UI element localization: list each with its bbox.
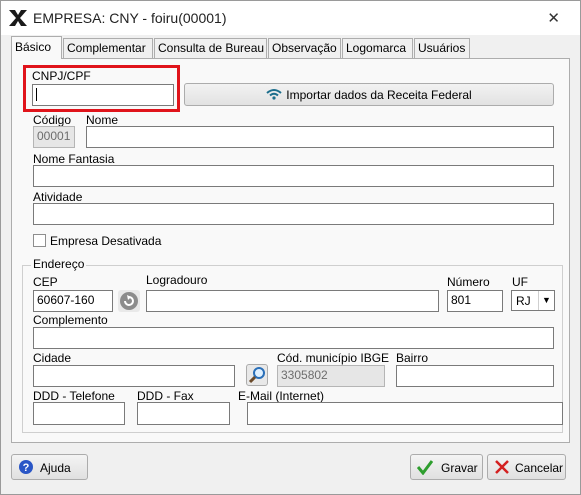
nome-fantasia-label: Nome Fantasia: [33, 152, 115, 166]
uf-label: UF: [512, 275, 528, 289]
email-input[interactable]: [247, 402, 563, 425]
bairro-label: Bairro: [396, 351, 429, 365]
uf-select[interactable]: RJ ▼: [511, 290, 555, 311]
wifi-icon: [266, 89, 282, 100]
cep-search-button[interactable]: [118, 290, 140, 312]
numero-input[interactable]: 801: [447, 290, 503, 312]
help-label: Ajuda: [40, 461, 71, 475]
text-cursor: [36, 88, 37, 101]
tab-observacao[interactable]: Observação: [268, 38, 341, 58]
close-icon[interactable]: ✕: [547, 9, 560, 27]
help-icon: ?: [19, 460, 33, 474]
empresa-desativada-checkbox[interactable]: [33, 234, 46, 247]
ddd-telefone-input[interactable]: [33, 402, 125, 425]
import-receita-button[interactable]: Importar dados da Receita Federal: [184, 83, 554, 106]
ddd-fax-input[interactable]: [137, 402, 230, 425]
cancel-label: Cancelar: [515, 461, 564, 475]
atividade-input[interactable]: [33, 203, 554, 225]
ibge-field: 3305802: [277, 365, 385, 387]
cidade-label: Cidade: [33, 351, 72, 365]
complemento-label: Complemento: [33, 313, 108, 327]
tab-label: Complementar: [67, 41, 146, 55]
nome-fantasia-input[interactable]: [33, 165, 554, 187]
help-button[interactable]: ? Ajuda: [11, 454, 88, 480]
x-cancel-icon: [495, 460, 509, 474]
logradouro-label: Logradouro: [146, 273, 208, 287]
save-button[interactable]: Gravar: [410, 454, 483, 480]
numero-value: 801: [451, 293, 472, 307]
ibge-value: 3305802: [281, 368, 328, 382]
codigo-field: 00001: [33, 126, 75, 148]
empresa-desativada-label: Empresa Desativada: [50, 234, 162, 248]
email-label: E-Mail (Internet): [238, 389, 325, 403]
refresh-icon: [120, 292, 138, 310]
complemento-input[interactable]: [33, 327, 554, 349]
codigo-value: 00001: [37, 129, 71, 143]
uf-value: RJ: [516, 294, 531, 308]
tab-label: Usuários: [418, 41, 466, 55]
cep-value: 60607-160: [37, 293, 95, 307]
title-bar: EMPRESA: CNY - foiru(00001) ✕: [1, 1, 580, 35]
tab-complementar[interactable]: Complementar: [63, 38, 153, 58]
cep-label: CEP: [33, 275, 58, 289]
magnifier-icon: [248, 367, 265, 384]
tab-usuarios[interactable]: Usuários: [414, 38, 470, 58]
import-button-label: Importar dados da Receita Federal: [286, 88, 472, 102]
codigo-label: Código: [33, 113, 72, 127]
atividade-label: Atividade: [33, 190, 83, 204]
cancel-button[interactable]: Cancelar: [487, 454, 566, 480]
window-title: EMPRESA: CNY - foiru(00001): [33, 10, 227, 26]
nome-label: Nome: [86, 113, 119, 127]
nome-input[interactable]: [86, 126, 554, 148]
cep-input[interactable]: 60607-160: [33, 290, 113, 312]
cnpj-label: CNPJ/CPF: [32, 69, 91, 83]
tab-label: Consulta de Bureau: [158, 41, 265, 55]
tab-label: Logomarca: [346, 41, 407, 55]
tab-consulta-bureau[interactable]: Consulta de Bureau: [154, 38, 267, 58]
endereco-group-label: Endereço: [31, 257, 87, 271]
numero-label: Número: [447, 275, 490, 289]
app-logo-icon: [9, 10, 27, 26]
checkmark-icon: [417, 460, 433, 475]
cnpj-input[interactable]: [32, 84, 174, 106]
tab-logomarca[interactable]: Logomarca: [342, 38, 413, 58]
ddd-telefone-label: DDD - Telefone: [33, 389, 115, 403]
tab-label: Observação: [272, 41, 337, 55]
dialog-window: EMPRESA: CNY - foiru(00001) ✕ Básico Com…: [0, 0, 581, 495]
ddd-fax-label: DDD - Fax: [137, 389, 194, 403]
save-label: Gravar: [441, 461, 478, 475]
cidade-input[interactable]: [33, 365, 235, 387]
tab-basico[interactable]: Básico: [11, 36, 62, 59]
tab-label: Básico: [15, 40, 52, 54]
svg-text:?: ?: [23, 462, 30, 474]
logradouro-input[interactable]: [146, 290, 439, 312]
ibge-label: Cód. município IBGE: [277, 351, 390, 365]
cidade-search-button[interactable]: [246, 364, 268, 386]
chevron-down-icon[interactable]: ▼: [538, 291, 554, 310]
bairro-input[interactable]: [396, 365, 554, 387]
